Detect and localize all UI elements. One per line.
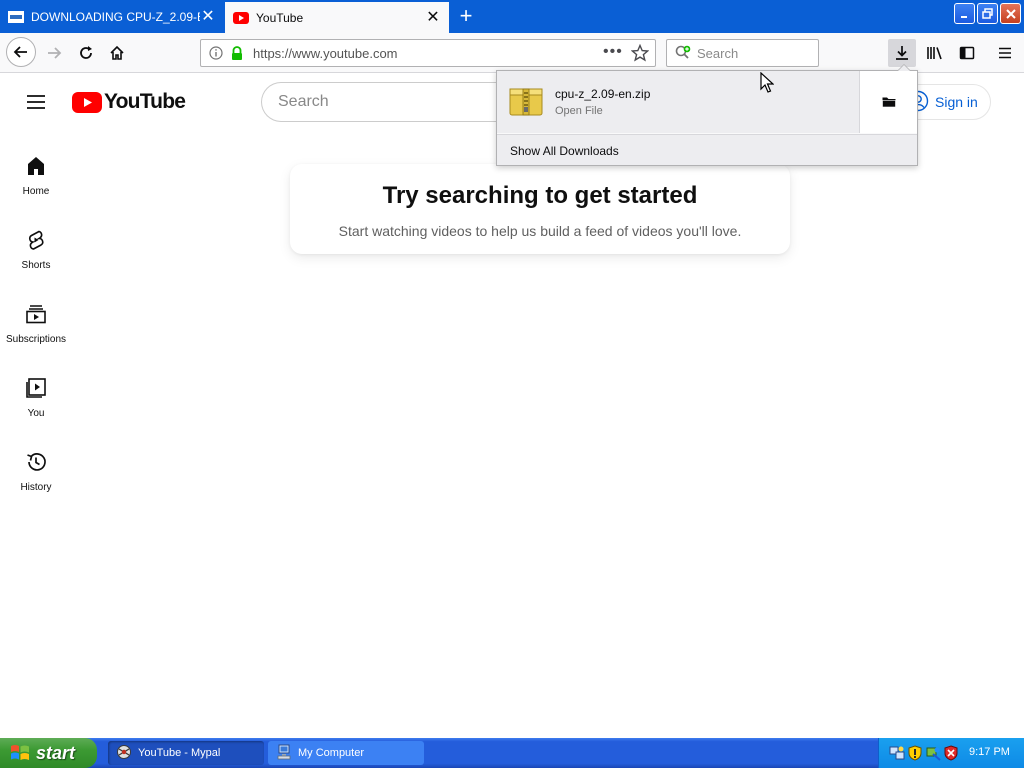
- guide-label: You: [27, 408, 45, 419]
- navigation-toolbar: https://www.youtube.com •••: [0, 33, 1024, 73]
- start-label: start: [36, 742, 76, 763]
- tab-title: DOWNLOADING CPU-Z_2.09-EN.ZIP: [31, 9, 200, 24]
- minimize-icon: [960, 15, 967, 18]
- cpuid-favicon-icon: [8, 9, 24, 25]
- bookmark-star-icon[interactable]: [630, 43, 650, 65]
- mouse-cursor-icon: [760, 72, 774, 93]
- task-label: My Computer: [298, 747, 365, 759]
- taskbar-button-my-computer[interactable]: My Computer: [268, 741, 424, 765]
- back-arrow-icon: [13, 46, 27, 58]
- library-button[interactable]: [921, 39, 949, 67]
- lock-icon[interactable]: [230, 46, 244, 64]
- restore-icon: [981, 7, 993, 19]
- my-computer-icon: [276, 744, 292, 763]
- security-shield-icon[interactable]: [907, 745, 923, 761]
- forward-button[interactable]: [40, 39, 68, 67]
- feed-subtitle: Start watching videos to help us build a…: [338, 223, 742, 239]
- subscriptions-icon: [26, 305, 46, 324]
- empty-feed-card: Try searching to get started Start watch…: [290, 164, 790, 254]
- search-engine-icon[interactable]: [675, 45, 693, 64]
- you-library-icon: [26, 378, 46, 398]
- browser-search-input[interactable]: [697, 44, 812, 62]
- back-button[interactable]: [6, 37, 36, 67]
- taskbar-button-mypal[interactable]: YouTube - Mypal: [108, 741, 264, 765]
- home-icon: [28, 157, 44, 175]
- home-button[interactable]: [103, 39, 131, 67]
- antivirus-shield-icon[interactable]: [943, 745, 959, 761]
- clock[interactable]: 9:17 PM: [969, 746, 1010, 758]
- folder-icon: [881, 97, 896, 108]
- guide-item-you[interactable]: You: [0, 372, 72, 446]
- guide-item-history[interactable]: History: [0, 446, 72, 520]
- open-containing-folder-button[interactable]: [859, 71, 917, 133]
- hamburger-menu-icon: [999, 47, 1011, 59]
- tab-youtube[interactable]: YouTube ✕: [225, 2, 449, 33]
- youtube-logo[interactable]: YouTube: [72, 90, 186, 114]
- url-bar[interactable]: https://www.youtube.com •••: [200, 39, 656, 67]
- taskbar: start YouTube - Mypal My Computer 9:17 P…: [0, 738, 1024, 768]
- guide-label: Shorts: [21, 260, 51, 271]
- show-all-downloads-link[interactable]: Show All Downloads: [510, 144, 619, 158]
- task-label: YouTube - Mypal: [138, 747, 221, 759]
- close-window-button[interactable]: [1000, 3, 1021, 24]
- downloads-footer[interactable]: Show All Downloads: [497, 134, 917, 165]
- download-filename: cpu-z_2.09-en.zip: [555, 87, 651, 101]
- forward-arrow-icon: [48, 47, 62, 59]
- downloads-button[interactable]: [888, 39, 916, 67]
- mypal-browser-icon: [116, 744, 132, 763]
- feed-title: Try searching to get started: [382, 182, 698, 209]
- guide-menu-button[interactable]: [25, 91, 47, 113]
- youtube-logo-icon: [72, 91, 102, 113]
- tab-downloading[interactable]: DOWNLOADING CPU-Z_2.09-EN.ZIP ✕: [0, 0, 224, 33]
- reload-icon: [80, 46, 92, 59]
- guide-label: Subscriptions: [5, 334, 67, 345]
- download-item[interactable]: cpu-z_2.09-en.zip Open File: [497, 71, 859, 133]
- close-tab-icon[interactable]: ✕: [425, 9, 441, 26]
- youtube-favicon-icon: [233, 10, 249, 26]
- close-tab-icon[interactable]: ✕: [200, 8, 216, 25]
- url-text[interactable]: https://www.youtube.com: [253, 46, 398, 61]
- start-button[interactable]: start: [0, 738, 97, 768]
- system-tray: 9:17 PM: [878, 738, 1024, 768]
- shorts-icon: [29, 230, 44, 250]
- reload-button[interactable]: [72, 39, 100, 67]
- youtube-logo-text: YouTube: [104, 90, 186, 113]
- minimize-window-button[interactable]: [954, 3, 975, 24]
- guide-item-home[interactable]: Home: [0, 150, 72, 224]
- tab-strip: DOWNLOADING CPU-Z_2.09-EN.ZIP ✕ YouTube …: [0, 0, 1024, 33]
- guide-label: Home: [22, 186, 50, 197]
- guide-item-subscriptions[interactable]: Subscriptions: [0, 298, 72, 372]
- page-actions-icon[interactable]: •••: [603, 43, 623, 61]
- home-icon: [110, 45, 124, 60]
- network-icon[interactable]: [889, 745, 905, 761]
- connection-icon[interactable]: [925, 745, 941, 761]
- sidebar-icon: [959, 46, 975, 60]
- zip-file-icon: [509, 85, 543, 117]
- info-icon[interactable]: [209, 46, 223, 63]
- guide-label: History: [20, 482, 52, 493]
- youtube-search-input[interactable]: [278, 92, 498, 112]
- menu-button[interactable]: [991, 39, 1019, 67]
- youtube-page: YouTube Sign in Home Shorts Subscription…: [0, 74, 1024, 738]
- sidebar-button[interactable]: [953, 39, 981, 67]
- guide-item-shorts[interactable]: Shorts: [0, 224, 72, 298]
- library-icon: [927, 47, 942, 60]
- download-arrow-icon: [896, 46, 908, 60]
- downloads-panel-arrow-fill: [898, 65, 910, 71]
- close-icon: [1005, 8, 1016, 19]
- downloads-panel: cpu-z_2.09-en.zip Open File Show All Dow…: [496, 70, 918, 166]
- restore-window-button[interactable]: [977, 3, 998, 24]
- history-icon: [27, 453, 46, 471]
- new-tab-button[interactable]: +: [454, 5, 478, 29]
- download-status: Open File: [555, 105, 603, 117]
- windows-logo-icon: [11, 745, 29, 760]
- tab-title: YouTube: [256, 10, 304, 25]
- youtube-search-box[interactable]: [261, 82, 511, 122]
- browser-search-bar[interactable]: [666, 39, 819, 67]
- sign-in-label: Sign in: [935, 94, 978, 110]
- hamburger-menu-icon: [27, 95, 45, 109]
